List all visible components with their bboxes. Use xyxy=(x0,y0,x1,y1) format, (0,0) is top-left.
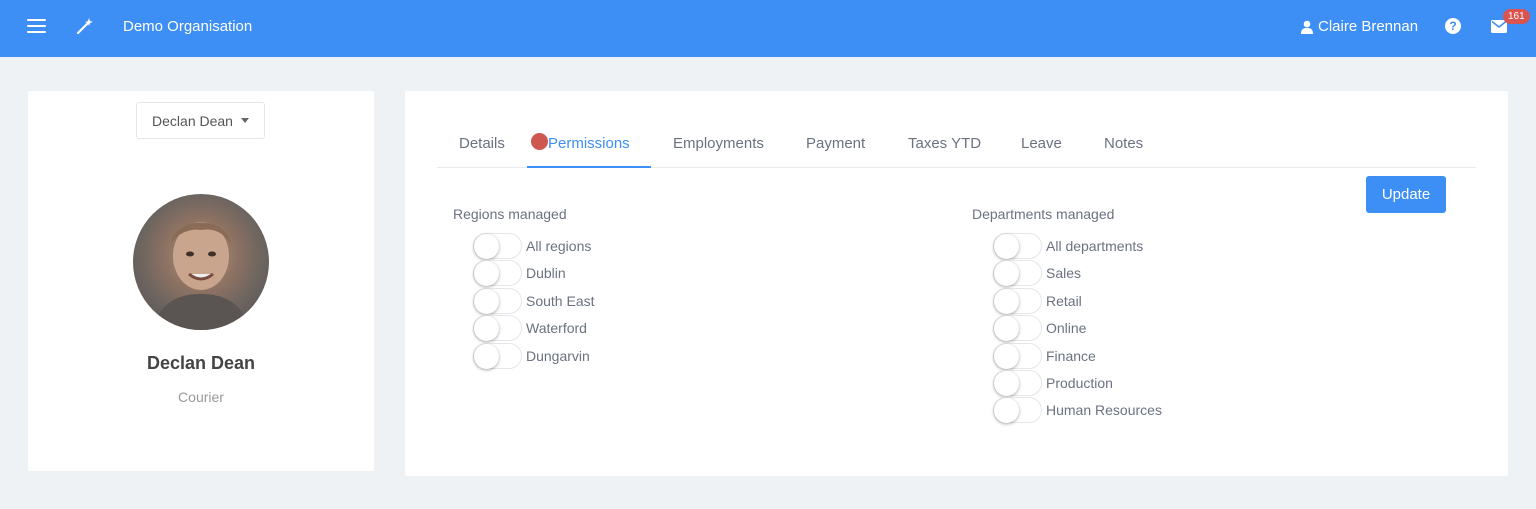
department-toggle-row: Production xyxy=(993,370,1113,396)
permissions-panel: Details Permissions Employments Payment … xyxy=(405,91,1508,476)
menu-icon[interactable] xyxy=(27,19,46,35)
region-toggle[interactable] xyxy=(473,315,522,341)
department-toggle[interactable] xyxy=(993,343,1042,369)
tab-payment[interactable]: Payment xyxy=(806,124,865,168)
region-toggle-row: Dublin xyxy=(473,260,566,286)
help-icon[interactable]: ? xyxy=(1445,18,1461,34)
department-toggle[interactable] xyxy=(993,233,1042,259)
user-icon xyxy=(1301,20,1313,34)
department-toggle[interactable] xyxy=(993,260,1042,286)
region-toggle[interactable] xyxy=(473,233,522,259)
region-label: Dungarvin xyxy=(526,348,590,364)
tab-leave[interactable]: Leave xyxy=(1021,124,1062,168)
region-toggle[interactable] xyxy=(473,343,522,369)
department-toggle-row: Human Resources xyxy=(993,397,1162,423)
org-name[interactable]: Demo Organisation xyxy=(123,18,252,35)
regions-title: Regions managed xyxy=(453,206,567,222)
department-toggle[interactable] xyxy=(993,288,1042,314)
region-toggle[interactable] xyxy=(473,288,522,314)
department-label: All departments xyxy=(1046,238,1144,254)
mail-count-badge: 161 xyxy=(1503,9,1530,24)
click-indicator xyxy=(531,133,548,150)
department-label: Online xyxy=(1046,320,1087,336)
department-label: Retail xyxy=(1046,293,1082,309)
avatar xyxy=(133,194,269,330)
department-label: Production xyxy=(1046,375,1113,391)
tab-notes[interactable]: Notes xyxy=(1104,124,1143,168)
department-label: Finance xyxy=(1046,348,1096,364)
tab-employments[interactable]: Employments xyxy=(673,124,764,168)
user-name: Claire Brennan xyxy=(1318,18,1419,35)
region-label: Dublin xyxy=(526,265,566,281)
region-toggle[interactable] xyxy=(473,260,522,286)
employee-selector[interactable]: Declan Dean xyxy=(136,102,265,139)
top-navbar: Demo Organisation Claire Brennan ? 161 xyxy=(0,0,1536,57)
department-toggle[interactable] xyxy=(993,397,1042,423)
department-toggle-row: All departments xyxy=(993,233,1143,259)
caret-down-icon xyxy=(240,118,249,123)
employee-selector-value: Declan Dean xyxy=(152,112,233,129)
department-toggle-row: Online xyxy=(993,315,1086,341)
departments-title: Departments managed xyxy=(972,206,1115,222)
region-toggle-row: Waterford xyxy=(473,315,587,341)
profile-role: Courier xyxy=(178,389,224,405)
department-toggle-row: Retail xyxy=(993,288,1082,314)
user-menu[interactable]: Claire Brennan xyxy=(1301,18,1418,35)
region-toggle-row: Dungarvin xyxy=(473,343,590,369)
tab-bar: Details Permissions Employments Payment … xyxy=(437,124,1476,168)
region-toggle-row: All regions xyxy=(473,233,591,259)
department-toggle-row: Finance xyxy=(993,343,1096,369)
region-label: All regions xyxy=(526,238,592,254)
profile-name: Declan Dean xyxy=(146,353,256,373)
department-toggle[interactable] xyxy=(993,370,1042,396)
profile-card: Declan Dean Declan Dean Courier xyxy=(28,91,374,471)
region-label: South East xyxy=(526,293,595,309)
department-toggle[interactable] xyxy=(993,315,1042,341)
department-label: Sales xyxy=(1046,265,1082,281)
region-toggle-row: South East xyxy=(473,288,595,314)
department-toggle-row: Sales xyxy=(993,260,1081,286)
update-button[interactable]: Update xyxy=(1366,176,1446,213)
region-label: Waterford xyxy=(526,320,587,336)
tab-taxes-ytd[interactable]: Taxes YTD xyxy=(908,124,981,168)
department-label: Human Resources xyxy=(1046,402,1162,418)
wand-icon[interactable] xyxy=(76,17,94,35)
tab-details[interactable]: Details xyxy=(459,124,505,168)
